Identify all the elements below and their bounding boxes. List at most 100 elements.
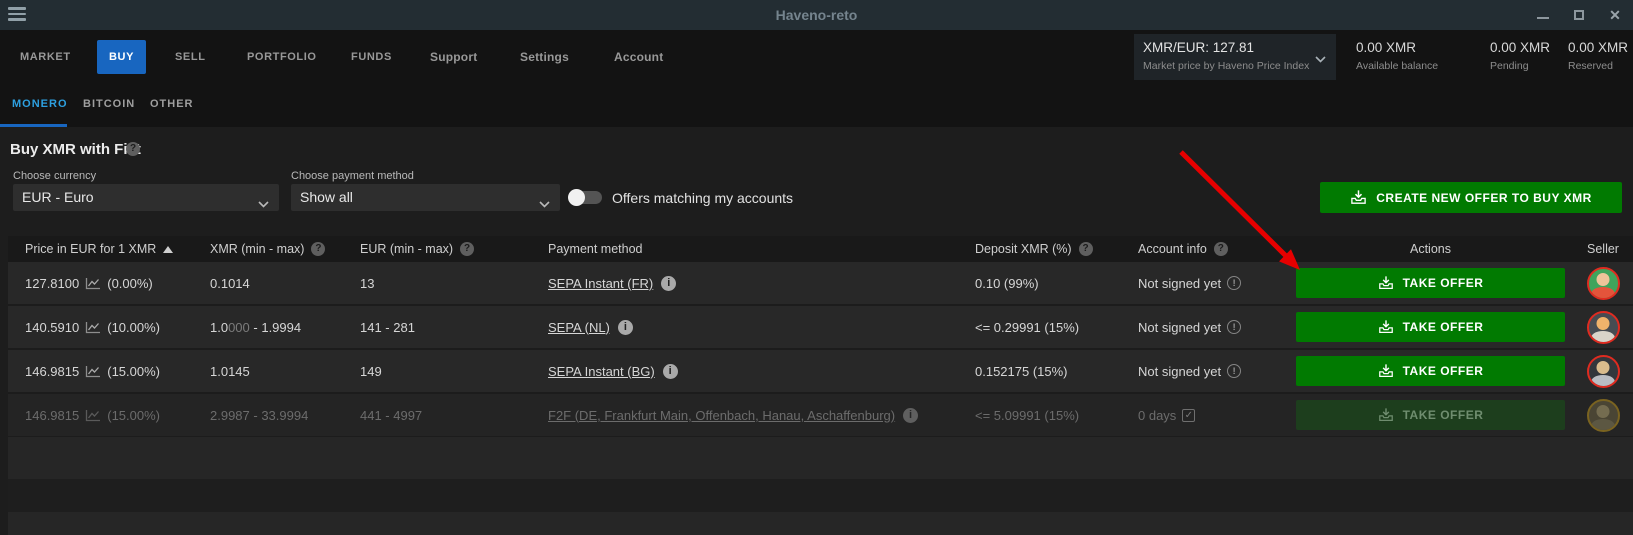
currency-tabstrip: MONERO BITCOIN OTHER — [0, 84, 1633, 127]
price-chart-icon[interactable] — [85, 409, 101, 422]
nav-buy[interactable]: BUY — [97, 40, 146, 74]
checkbox-icon — [1182, 409, 1195, 422]
account-info-text: 0 days — [1138, 408, 1176, 423]
avatar-body — [1591, 331, 1615, 344]
window-controls: ✕ — [1525, 0, 1633, 30]
payment-method-link[interactable]: F2F (DE, Frankfurt Main, Offenbach, Hana… — [548, 408, 895, 423]
help-icon[interactable] — [126, 142, 140, 156]
nav-account[interactable]: Account — [614, 30, 663, 84]
section-divider-band — [8, 479, 1633, 512]
minimize-button[interactable] — [1525, 0, 1561, 30]
offer-deposit: <= 0.29991 (15%) — [975, 320, 1138, 335]
account-info-text: Not signed yet — [1138, 320, 1221, 335]
nav-sell[interactable]: SELL — [175, 30, 206, 84]
chevron-down-icon — [539, 195, 550, 213]
info-icon[interactable] — [618, 320, 633, 335]
table-empty-area — [8, 437, 1633, 479]
payment-method-link[interactable]: SEPA Instant (BG) — [548, 364, 655, 379]
close-icon: ✕ — [1609, 8, 1621, 22]
offer-tray-icon — [1378, 319, 1394, 335]
seller-avatar[interactable] — [1587, 267, 1620, 300]
price-chart-icon[interactable] — [85, 321, 101, 334]
offer-deviation: (0.00%) — [107, 276, 153, 291]
table-header-row: Price in EUR for 1 XMR XMR (min - max) E… — [8, 236, 1633, 262]
offer-eur-range: 149 — [360, 364, 548, 379]
alert-icon[interactable] — [1227, 320, 1241, 334]
account-info-text: Not signed yet — [1138, 364, 1221, 379]
account-info-text: Not signed yet — [1138, 276, 1221, 291]
take-offer-button[interactable]: TAKE OFFER — [1296, 400, 1565, 430]
payment-method-link[interactable]: SEPA Instant (FR) — [548, 276, 653, 291]
payment-dropdown-value: Show all — [300, 184, 353, 211]
active-tab-underline — [0, 124, 67, 127]
alert-icon[interactable] — [1227, 276, 1241, 290]
alert-icon[interactable] — [1227, 364, 1241, 378]
payment-method-link[interactable]: SEPA (NL) — [548, 320, 610, 335]
nav-market[interactable]: MARKET — [20, 30, 71, 84]
tab-other[interactable]: OTHER — [150, 84, 194, 124]
info-icon[interactable] — [903, 408, 918, 423]
info-icon[interactable] — [661, 276, 676, 291]
col-deposit: Deposit XMR (%) — [975, 242, 1138, 256]
offer-tray-icon — [1378, 407, 1394, 423]
col-price[interactable]: Price in EUR for 1 XMR — [8, 242, 210, 256]
offer-deviation: (15.00%) — [107, 408, 160, 423]
chevron-down-icon — [1315, 50, 1326, 68]
col-seller: Seller — [1573, 242, 1633, 256]
tab-monero[interactable]: MONERO — [12, 84, 68, 124]
col-xmr: XMR (min - max) — [210, 242, 360, 256]
offer-price: 146.9815 — [25, 364, 79, 379]
offer-row: 127.8100 (0.00%) 0.1014 13 SEPA Instant … — [8, 262, 1633, 306]
market-price-value: XMR/EUR: 127.81 — [1143, 40, 1254, 55]
avatar-body — [1591, 287, 1615, 300]
offer-deviation: (10.00%) — [107, 320, 160, 335]
payment-method-dropdown[interactable]: Show all — [291, 184, 560, 211]
titlebar: Haveno-reto ✕ — [0, 0, 1633, 30]
offer-deposit: <= 5.09991 (15%) — [975, 408, 1138, 423]
avatar-head — [1597, 317, 1610, 330]
take-offer-button[interactable]: TAKE OFFER — [1296, 356, 1565, 386]
tab-bitcoin[interactable]: BITCOIN — [83, 84, 135, 124]
market-price-selector[interactable]: XMR/EUR: 127.81 Market price by Haveno P… — [1134, 34, 1336, 80]
offer-tray-icon — [1378, 363, 1394, 379]
currency-dropdown[interactable]: EUR - Euro — [13, 184, 279, 211]
offer-deposit: 0.10 (99%) — [975, 276, 1138, 291]
seller-avatar[interactable] — [1587, 399, 1620, 432]
help-icon[interactable] — [1079, 242, 1093, 256]
sort-ascending-icon — [163, 246, 173, 253]
nav-settings[interactable]: Settings — [520, 30, 569, 84]
maximize-button[interactable] — [1561, 0, 1597, 30]
offer-eur-range: 441 - 4997 — [360, 408, 548, 423]
seller-avatar[interactable] — [1587, 311, 1620, 344]
price-chart-icon[interactable] — [85, 365, 101, 378]
col-payment: Payment method — [548, 242, 975, 256]
help-icon[interactable] — [1214, 242, 1228, 256]
take-offer-button[interactable]: TAKE OFFER — [1296, 268, 1565, 298]
price-chart-icon[interactable] — [85, 277, 101, 290]
help-icon[interactable] — [460, 242, 474, 256]
nav-funds[interactable]: FUNDS — [351, 30, 392, 84]
avatar-head — [1597, 405, 1610, 418]
currency-filter-label: Choose currency — [13, 170, 96, 182]
offer-eur-range: 141 - 281 — [360, 320, 548, 335]
close-button[interactable]: ✕ — [1597, 0, 1633, 30]
avatar-head — [1597, 273, 1610, 286]
offer-tray-icon — [1350, 189, 1367, 206]
avatar-body — [1591, 375, 1615, 388]
minimize-icon — [1537, 17, 1549, 19]
help-icon[interactable] — [311, 242, 325, 256]
col-actions: Actions — [1288, 242, 1573, 256]
matching-offers-toggle[interactable] — [570, 191, 602, 204]
offer-eur-range: 13 — [360, 276, 548, 291]
seller-avatar[interactable] — [1587, 355, 1620, 388]
offer-deposit: 0.152175 (15%) — [975, 364, 1138, 379]
offer-book-table: Price in EUR for 1 XMR XMR (min - max) E… — [8, 236, 1633, 438]
nav-portfolio[interactable]: PORTFOLIO — [247, 30, 317, 84]
nav-support[interactable]: Support — [430, 30, 477, 84]
create-offer-label: CREATE NEW OFFER TO BUY XMR — [1376, 191, 1592, 205]
info-icon[interactable] — [663, 364, 678, 379]
offer-deviation: (15.00%) — [107, 364, 160, 379]
take-offer-button[interactable]: TAKE OFFER — [1296, 312, 1565, 342]
create-offer-button[interactable]: CREATE NEW OFFER TO BUY XMR — [1320, 182, 1622, 213]
payment-filter-label: Choose payment method — [291, 170, 414, 182]
